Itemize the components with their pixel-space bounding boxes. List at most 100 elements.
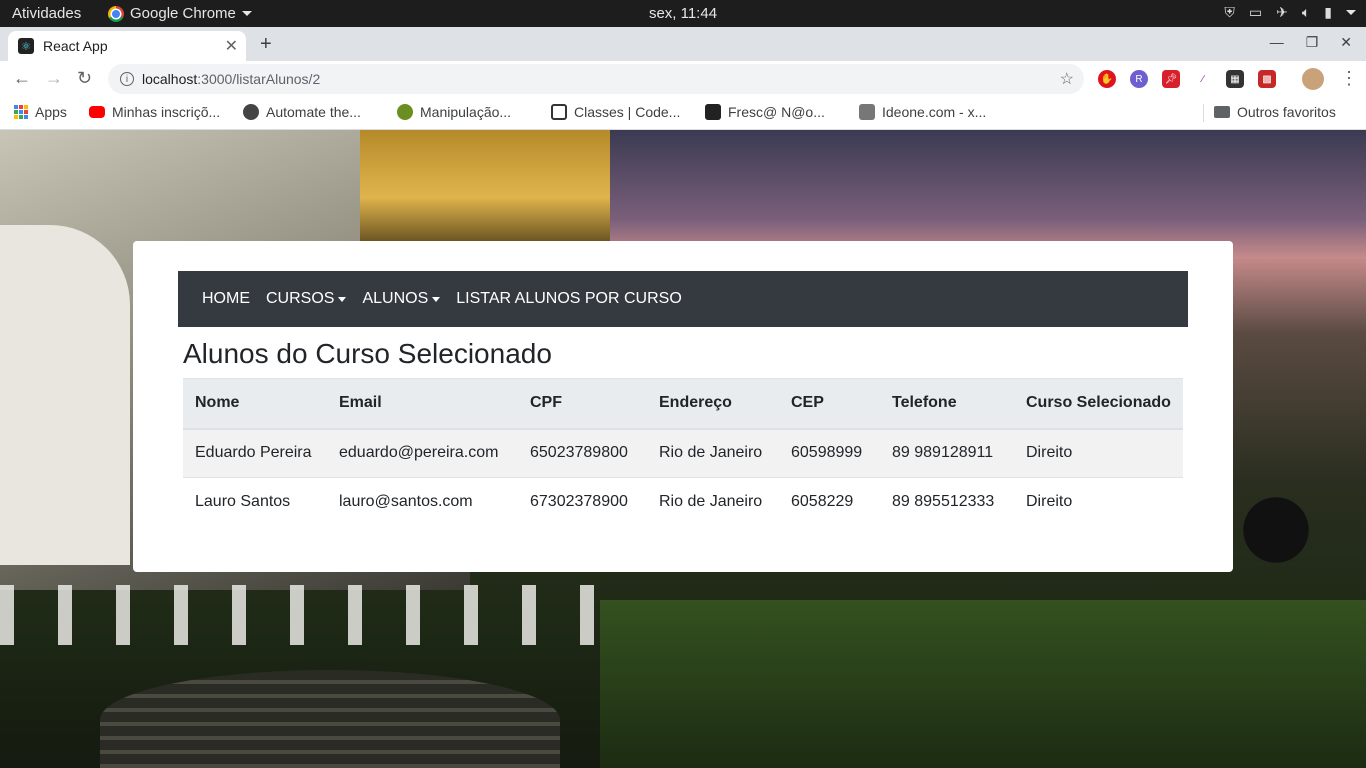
column-header: CPF	[518, 378, 647, 430]
bookmark-label: Apps	[35, 104, 67, 120]
cell-email: lauro@santos.com	[339, 493, 473, 511]
cell-nome: Lauro Santos	[195, 493, 291, 511]
caret-down-icon	[432, 297, 441, 302]
nav-alunos-dropdown[interactable]: ALUNOS	[362, 290, 441, 308]
bookmark-label: Fresc@ N@o...	[728, 104, 825, 120]
close-window-icon[interactable]: ✕	[1340, 34, 1352, 51]
tab-strip: ⚛ React App ✕ + — ❐ ✕	[0, 27, 1366, 61]
bookmark-star-icon[interactable]: ☆	[1060, 69, 1074, 89]
column-header: Endereço	[647, 378, 779, 430]
restore-icon[interactable]: ❐	[1306, 34, 1319, 51]
minimize-icon[interactable]: —	[1270, 34, 1284, 51]
adblock-extension-icon[interactable]: ✋	[1098, 70, 1116, 88]
feather-extension-icon[interactable]: ∕	[1194, 70, 1212, 88]
cell-cpf: 65023789800	[518, 428, 647, 478]
bookmark-frescao[interactable]: Fresc@ N@o...	[705, 104, 825, 120]
chrome-icon	[108, 5, 124, 22]
bookmark-label: Manipulação...	[420, 104, 512, 120]
extension-r-icon[interactable]: R	[1130, 70, 1148, 88]
nav-listar-alunos[interactable]: LISTAR ALUNOS POR CURSO	[456, 290, 682, 308]
url-path: :3000/listarAlunos/2	[197, 71, 321, 87]
cell-endereco: Rio de Janeiro	[659, 493, 763, 511]
system-top-bar: Atividades Google Chrome sex, 11:44 ⛨ ▭ …	[0, 0, 1366, 27]
new-tab-button[interactable]: +	[260, 33, 272, 56]
column-header: Curso Selecionado	[1014, 378, 1183, 430]
table-header-row: Nome Email CPF Endereço CEP Telefone Cur…	[183, 378, 1183, 430]
railing-image	[0, 585, 620, 645]
react-icon: ⚛	[18, 38, 34, 54]
tab-react-app[interactable]: ⚛ React App ✕	[8, 31, 246, 61]
avatar[interactable]	[1302, 68, 1324, 90]
cell-cep: 6058229	[791, 493, 854, 511]
table-row: Lauro Santos lauro@santos.com 6730237890…	[183, 478, 1183, 527]
cell-nome: Eduardo Pereira	[183, 428, 327, 478]
cell-cep: 60598999	[779, 428, 880, 478]
column-header: CEP	[779, 378, 880, 430]
globe-icon	[243, 104, 259, 120]
extension-grid-icon[interactable]: ▩	[1258, 70, 1276, 88]
cell-telefone: 89 989128911	[880, 428, 1014, 478]
divider	[1203, 104, 1204, 122]
bookmark-automate[interactable]: Automate the...	[243, 104, 361, 120]
volume-icon[interactable]: 🔈︎	[1302, 4, 1310, 21]
site-icon	[397, 104, 413, 120]
cell-telefone: 89 895512333	[892, 493, 995, 511]
bookmark-other-folder[interactable]: Outros favoritos	[1214, 104, 1336, 120]
chevron-down-icon	[241, 11, 252, 16]
ideone-icon	[859, 104, 875, 120]
students-table: Nome Email CPF Endereço CEP Telefone Cur…	[183, 378, 1183, 527]
extension-icon[interactable]: ▦	[1226, 70, 1244, 88]
column-header: Email	[327, 378, 518, 430]
forward-icon[interactable]: →	[45, 68, 63, 89]
column-header: Nome	[183, 378, 327, 430]
nav-alunos-label: ALUNOS	[362, 290, 429, 307]
caret-down-icon	[338, 297, 347, 302]
airplane-icon[interactable]: ✈	[1276, 4, 1288, 21]
back-icon[interactable]: ←	[13, 68, 31, 89]
menu-kebab-icon[interactable]: ⋮	[1340, 68, 1358, 89]
bookmark-label: Minhas inscriçõ...	[112, 104, 221, 120]
page-title: Alunos do Curso Selecionado	[183, 338, 552, 369]
info-icon[interactable]: i	[120, 72, 134, 86]
cell-email: eduardo@pereira.com	[327, 428, 518, 478]
nav-home[interactable]: HOME	[202, 290, 250, 308]
nav-cursos-dropdown[interactable]: CURSOS	[266, 290, 347, 308]
building-image	[360, 130, 610, 242]
cell-endereco: Rio de Janeiro	[647, 428, 779, 478]
cell-curso: Direito	[1014, 428, 1183, 478]
bookmark-manipulacao[interactable]: Manipulação...	[397, 104, 511, 120]
cell-curso: Direito	[1026, 493, 1073, 511]
main-navbar: HOME CURSOS ALUNOS LISTAR ALUNOS POR CUR…	[178, 271, 1188, 327]
steps-image	[100, 670, 560, 768]
bookmarks-bar: Apps Minhas inscriçõ... Automate the... …	[0, 97, 1366, 130]
chevron-down-icon[interactable]	[1346, 10, 1356, 15]
battery-icon[interactable]: ▮	[1324, 4, 1332, 21]
bookmark-label: Automate the...	[266, 104, 361, 120]
code-icon	[551, 104, 567, 120]
palm-image	[1216, 460, 1336, 600]
table-row: Eduardo Pereira eduardo@pereira.com 6502…	[183, 428, 1183, 478]
close-icon[interactable]: ✕	[225, 36, 238, 56]
bookmark-ideone[interactable]: Ideone.com - x...	[859, 104, 986, 120]
activities-button[interactable]: Atividades	[12, 5, 81, 22]
tab-title: React App	[43, 38, 108, 54]
app-menu[interactable]: Google Chrome	[108, 5, 252, 22]
browser-toolbar: ← → ↻ i localhost:3000/listarAlunos/2 ☆ …	[0, 61, 1366, 97]
window-controls: — ❐ ✕	[1270, 34, 1352, 51]
bookmark-classes[interactable]: Classes | Code...	[551, 104, 680, 120]
youtube-icon	[89, 106, 105, 118]
bookmark-label: Outros favoritos	[1237, 104, 1336, 120]
bookmark-label: Classes | Code...	[574, 104, 681, 120]
system-tray[interactable]: ⛨ ▭ ✈ 🔈︎ ▮	[1224, 4, 1356, 21]
shield-icon[interactable]: ⛨	[1224, 4, 1235, 21]
bookmark-youtube[interactable]: Minhas inscriçõ...	[89, 104, 220, 120]
address-bar[interactable]: i localhost:3000/listarAlunos/2 ☆	[108, 64, 1084, 94]
folder-icon	[1214, 106, 1230, 118]
arch-image	[0, 225, 130, 565]
reload-icon[interactable]: ↻	[77, 68, 92, 89]
column-header: Telefone	[880, 378, 1014, 430]
bookmark-apps[interactable]: Apps	[14, 104, 67, 120]
pin-extension-icon[interactable]: 📌︎	[1162, 70, 1180, 88]
lawn-image	[600, 600, 1366, 768]
screen-icon[interactable]: ▭	[1249, 4, 1262, 21]
